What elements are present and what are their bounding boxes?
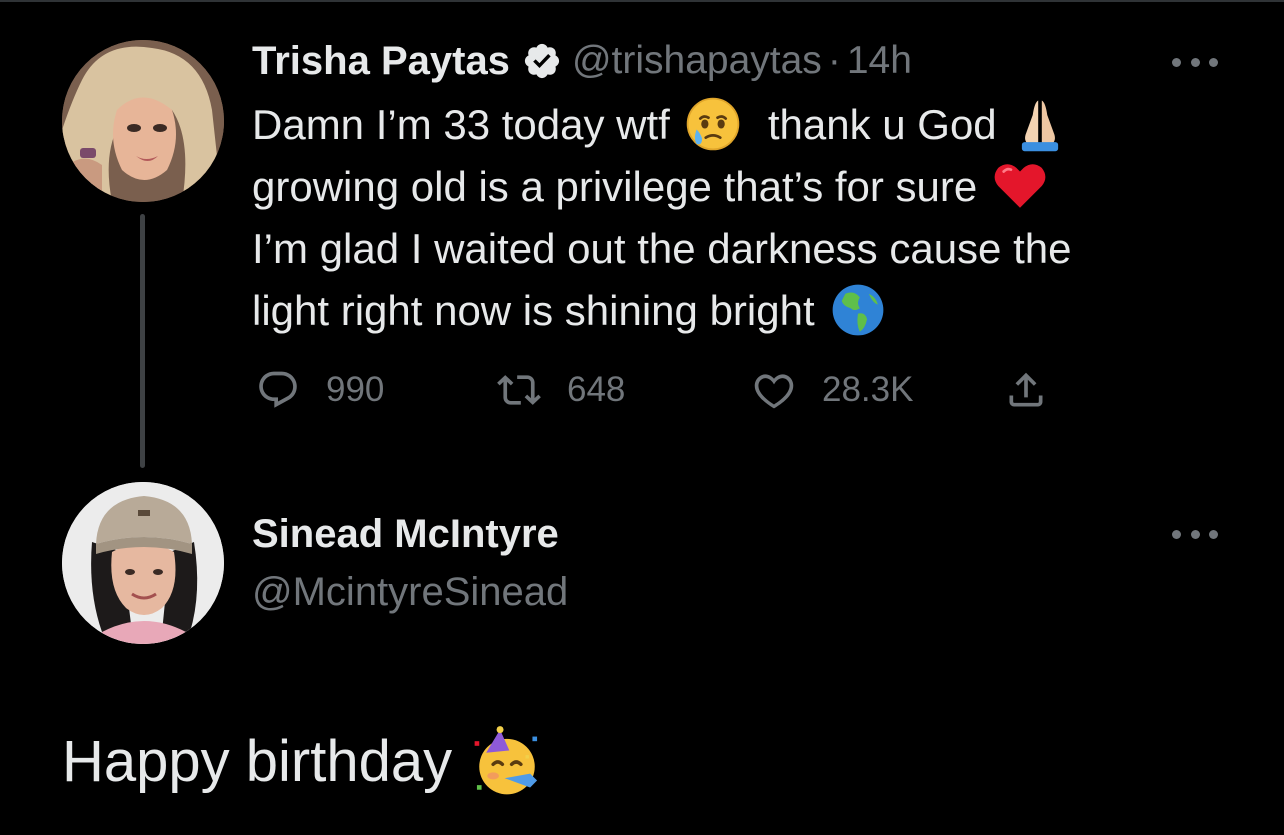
folded-hands-icon xyxy=(1011,95,1069,153)
red-heart-icon xyxy=(991,157,1049,215)
tweet-text-segment: light right now is shining bright xyxy=(252,287,815,334)
reply-body: Happy birthday xyxy=(62,722,544,802)
author-name[interactable]: Trisha Paytas xyxy=(252,39,510,84)
tweet-timestamp[interactable]: 14h xyxy=(847,39,912,83)
reply-author-name[interactable]: Sinead McIntyre xyxy=(252,506,568,562)
retweet-count: 648 xyxy=(567,370,626,409)
reply-button[interactable]: 990 xyxy=(256,362,384,418)
tweet-line-2: growing old is a privilege that’s for su… xyxy=(252,156,1232,218)
avatar-trisha-paytas[interactable] xyxy=(62,40,224,202)
reply-count: 990 xyxy=(326,370,385,409)
tweet-text-segment: thank u God xyxy=(767,101,997,148)
tweet-action-bar: 990 648 28.3K xyxy=(252,362,1072,418)
tweet-line-3: I’m glad I waited out the darkness cause… xyxy=(252,218,1232,280)
top-divider xyxy=(0,0,1284,2)
separator-dot: · xyxy=(827,39,841,82)
retweet-button[interactable]: 648 xyxy=(497,362,625,418)
retweet-icon xyxy=(497,375,541,405)
avatar-sinead-mcintyre[interactable] xyxy=(62,482,224,644)
tweet-text-segment: I’m glad I waited out the darkness cause… xyxy=(252,225,1072,272)
verified-badge-icon xyxy=(524,43,560,79)
share-button[interactable] xyxy=(1004,362,1048,418)
tweet-header: Trisha Paytas @trishapaytas · 14h xyxy=(252,36,912,86)
share-upload-icon xyxy=(1009,372,1043,407)
reply-text: Happy birthday xyxy=(62,729,453,794)
tweet-line-4: light right now is shining bright xyxy=(252,280,1232,342)
tweet-text-segment: Damn I’m 33 today wtf xyxy=(252,101,670,148)
like-button[interactable]: 28.3K xyxy=(752,362,913,418)
face-holding-back-tears-icon xyxy=(684,95,742,153)
tweet-body: Damn I’m 33 today wtf thank u God growin… xyxy=(252,94,1232,342)
reply-header: Sinead McIntyre @McintyreSinead xyxy=(252,506,568,622)
tweet-text-segment: growing old is a privilege that’s for su… xyxy=(252,163,978,210)
reply-icon xyxy=(259,371,297,408)
reply-more-options-icon[interactable] xyxy=(1172,527,1218,541)
tweet-line-1: Damn I’m 33 today wtf thank u God xyxy=(252,94,1232,156)
more-options-icon[interactable] xyxy=(1172,55,1218,69)
partying-face-icon xyxy=(470,725,544,799)
globe-americas-icon xyxy=(829,281,887,339)
author-handle[interactable]: @trishapaytas xyxy=(572,39,822,83)
thread-connector-line xyxy=(140,214,145,468)
like-count: 28.3K xyxy=(822,370,914,409)
reply-author-handle[interactable]: @McintyreSinead xyxy=(252,562,568,622)
heart-icon xyxy=(754,374,794,409)
